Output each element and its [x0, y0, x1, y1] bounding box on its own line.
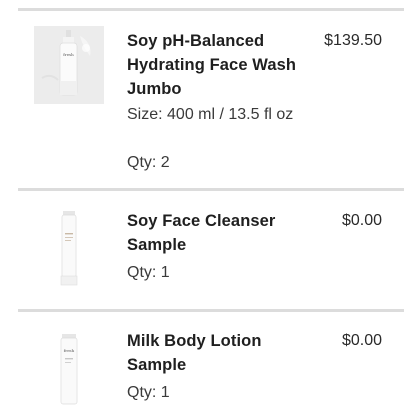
cart-item: fresh Soy pH-Balanced Hydrating Face Was… — [0, 0, 420, 185]
product-qty: Qty: 1 — [127, 384, 170, 401]
cart-item: Soy Face Cleanser Sample Qty: 1 $0.00 — [0, 191, 420, 309]
product-price: $0.00 — [341, 332, 382, 349]
cart-item: fresh Milk Body Lotion Sample Qty: 1 $0.… — [0, 312, 420, 420]
product-qty: Qty: 2 — [127, 154, 170, 171]
lotion-tube-icon[interactable]: fresh — [34, 334, 104, 412]
product-price: $0.00 — [341, 212, 382, 229]
product-price: $139.50 — [324, 32, 382, 49]
face-wash-bottle-icon[interactable]: fresh — [34, 26, 104, 104]
product-name[interactable]: Soy pH-Balanced Hydrating Face Wash Jumb… — [127, 29, 312, 101]
product-qty: Qty: 1 — [127, 264, 170, 281]
product-name[interactable]: Soy Face Cleanser Sample — [127, 209, 312, 257]
cleanser-tube-icon[interactable] — [34, 209, 104, 287]
svg-text:fresh: fresh — [63, 52, 74, 57]
svg-text:fresh: fresh — [64, 348, 75, 353]
product-name[interactable]: Milk Body Lotion Sample — [127, 329, 312, 377]
product-size: Size: 400 ml / 13.5 fl oz — [127, 106, 294, 123]
